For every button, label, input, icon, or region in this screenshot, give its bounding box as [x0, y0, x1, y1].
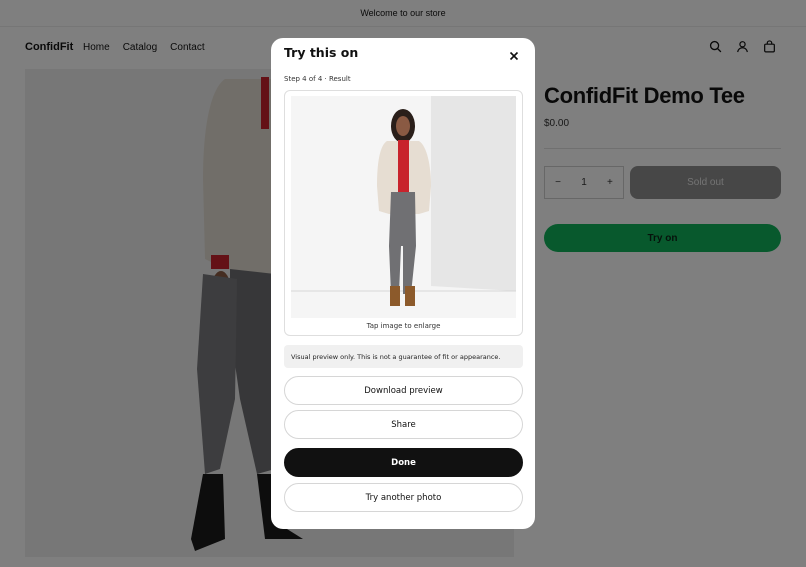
result-card: Tap image to enlarge [284, 90, 523, 336]
modal-title: Try this on [284, 45, 359, 60]
try-on-result-illustration [291, 96, 516, 318]
try-another-photo-button[interactable]: Try another photo [284, 483, 523, 512]
try-on-modal: Try this on Step 4 of 4 · Result Tap ima… [271, 38, 535, 529]
enlarge-hint: Tap image to enlarge [366, 322, 441, 330]
share-button[interactable]: Share [284, 410, 523, 439]
disclaimer-text: Visual preview only. This is not a guara… [291, 352, 501, 361]
download-preview-button[interactable]: Download preview [284, 376, 523, 405]
done-button[interactable]: Done [284, 448, 523, 477]
disclaimer-notice: Visual preview only. This is not a guara… [284, 345, 523, 368]
result-image[interactable] [291, 96, 516, 318]
step-indicator: Step 4 of 4 · Result [284, 75, 351, 83]
close-icon[interactable] [508, 50, 520, 62]
